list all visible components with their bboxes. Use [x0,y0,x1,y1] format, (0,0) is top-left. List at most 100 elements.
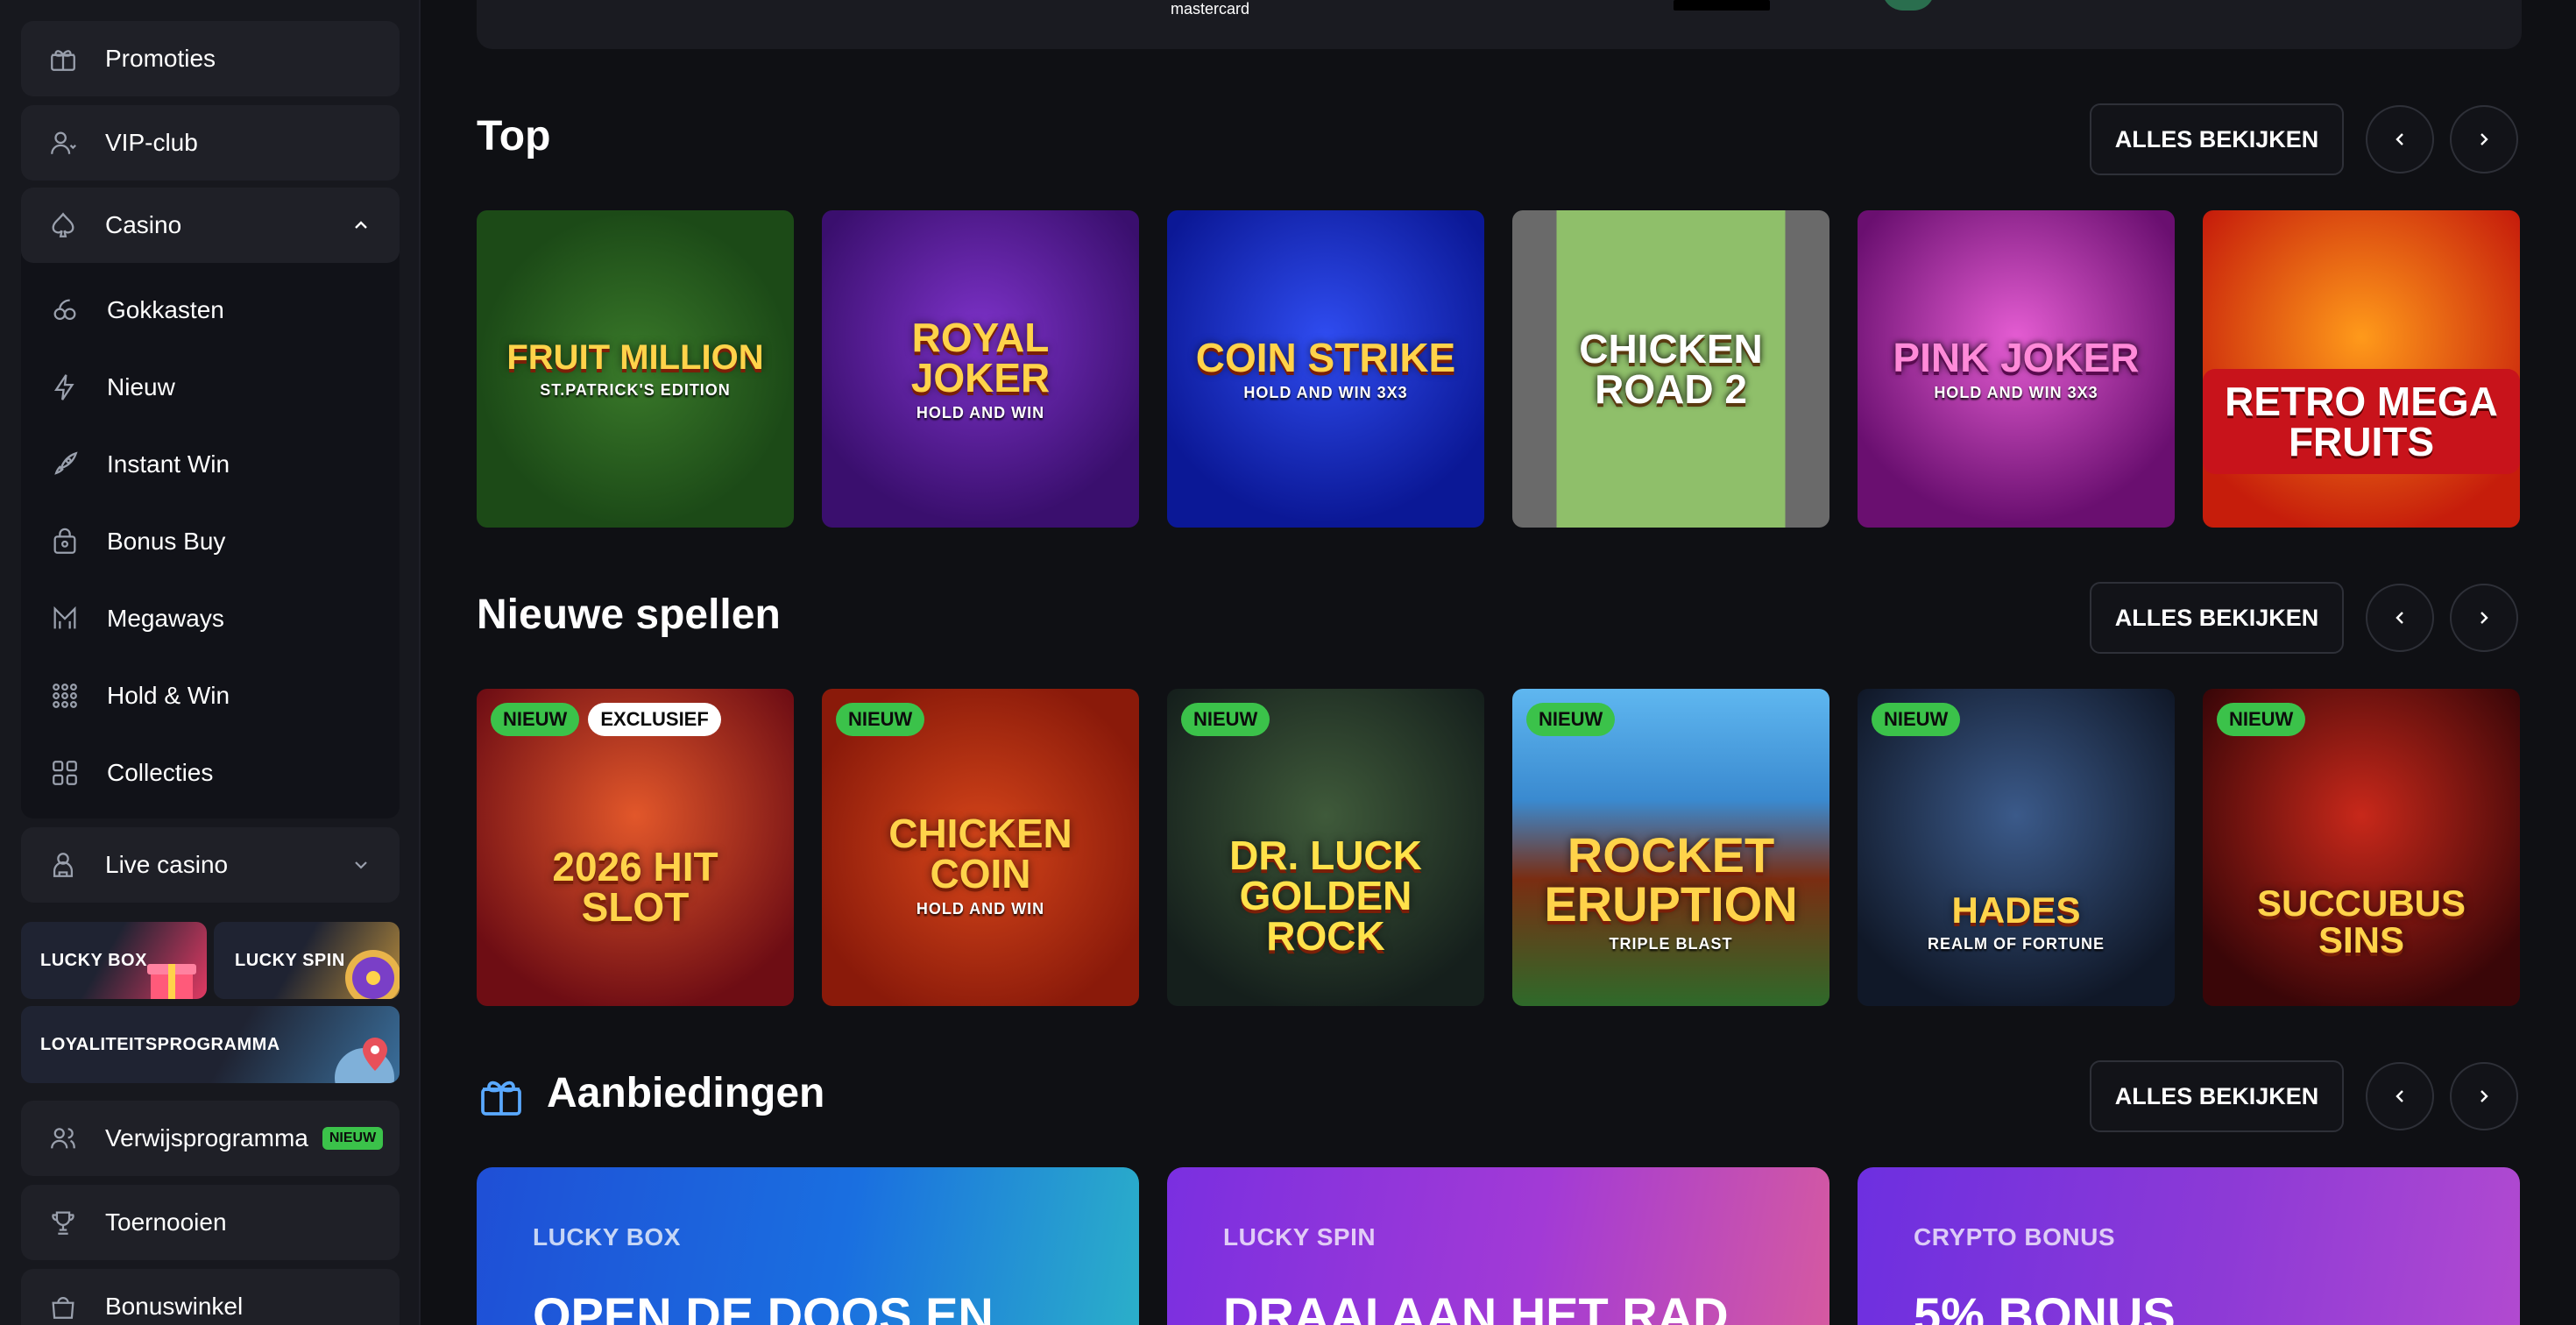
offer-headline: OPEN DE DOOS EN [533,1287,994,1325]
sidebar-item-label: Toernooien [105,1208,227,1236]
game-tile-retro-mega-fruits[interactable]: Retro Mega Fruits [2203,210,2520,528]
next-button-top[interactable] [2450,105,2518,174]
see-all-button-new[interactable]: ALLES BEKIJKEN [2090,582,2344,654]
sidebar-item-label: Gokkasten [107,296,224,323]
mastercard-logo: mastercard [1171,0,1250,18]
game-title: Royal Joker HOLD AND WIN [910,315,1051,422]
main-content: mastercard Top ALLES BEKIJKEN Fruit Mill… [477,0,2522,1325]
next-button-offers[interactable] [2450,1062,2518,1130]
sidebar-item-referral[interactable]: Verwijsprogramma NIEUW [21,1101,400,1176]
tile-tags: NIEUW [1181,703,1270,736]
loyalty-program-tile[interactable]: LOYALITEITSPROGRAMMA [21,1006,400,1083]
sidebar-item-label: Bonus Buy [107,528,226,555]
tile-tags: NIEUW [1526,703,1616,736]
game-tile-chicken-road-2[interactable]: Chicken Road 2 [1512,210,1829,528]
sidebar-item-bonus-buy[interactable]: Bonus Buy [21,507,400,577]
chevron-right-icon [2480,133,2488,145]
rocket-icon [47,447,82,482]
sidebar-item-nieuw[interactable]: Nieuw [21,352,400,422]
gift-box-icon [142,952,203,999]
game-tile-royal-joker[interactable]: Royal Joker HOLD AND WIN [822,210,1139,528]
map-pin-icon [329,1029,400,1083]
game-tile-hit-slot[interactable]: NIEUW EXCLUSIEF 2026 Hit Slot [477,689,794,1006]
users-icon [46,1121,81,1156]
offer-label: CRYPTO BONUS [1914,1223,2116,1251]
game-tile-rocket-eruption[interactable]: NIEUW Rocket Eruption TRIPLE BLAST [1512,689,1829,1006]
sidebar-item-vip[interactable]: VIP-club [21,105,400,181]
offer-headline: DRAAI AAN HET RAD [1223,1287,1729,1325]
chevron-right-icon [2480,1090,2488,1102]
sidebar-item-live-casino[interactable]: Live casino [21,827,400,903]
game-tile-chicken-coin[interactable]: NIEUW Chicken Coin HOLD AND WIN [822,689,1139,1006]
gift-icon [46,41,81,76]
offer-card-lucky-spin[interactable]: LUCKY SPIN DRAAI AAN HET RAD [1167,1167,1829,1325]
sidebar-item-label: Collecties [107,759,214,786]
chevron-up-icon[interactable] [350,214,372,242]
chevron-left-icon [2396,133,2403,145]
lucky-spin-tile[interactable]: LUCKY SPIN [214,922,400,999]
sidebar-item-label: Casino [105,211,182,238]
lucky-spin-label: LUCKY SPIN [235,950,345,970]
sidebar-item-label: Live casino [105,851,229,878]
game-title: Pink Joker HOLD AND WIN 3X3 [1893,335,2140,401]
trophy-icon [46,1205,81,1240]
section-title-offers: Aanbiedingen [547,1070,825,1116]
sidebar-item-casino[interactable]: Casino [21,188,400,263]
game-tile-coin-strike[interactable]: Coin Strike HOLD AND WIN 3X3 [1167,210,1484,528]
game-tile-fruit-million[interactable]: Fruit Million St.Patrick's Edition [477,210,794,528]
payment-logo-dark [1674,0,1770,11]
new-badge: NIEUW [1526,703,1616,736]
game-title: Retro Mega Fruits [2203,369,2520,474]
spade-icon [46,208,81,243]
slot-icon [47,293,82,328]
sidebar-item-promoties[interactable]: Promoties [21,21,400,96]
prev-button-offers[interactable] [2366,1062,2434,1130]
sidebar-item-megaways[interactable]: Megaways [21,584,400,654]
sidebar-item-collecties[interactable]: Collecties [21,738,400,808]
sidebar-item-hold-win[interactable]: Hold & Win [21,661,400,731]
chevron-left-icon [2396,612,2403,624]
grid-dots-icon [47,678,82,713]
tile-tags: NIEUW [1872,703,1961,736]
game-title: Fruit Million St.Patrick's Edition [506,338,764,399]
game-title: Chicken Coin HOLD AND WIN [888,811,1072,918]
sidebar-item-label: Hold & Win [107,682,230,709]
offer-card-lucky-box[interactable]: LUCKY BOX OPEN DE DOOS EN [477,1167,1139,1325]
prev-button-top[interactable] [2366,105,2434,174]
sidebar-item-bonus-shop[interactable]: Bonuswinkel [21,1269,400,1325]
collections-icon [47,755,82,790]
new-badge: NIEUW [322,1127,384,1150]
tile-tags: NIEUW [2217,703,2306,736]
game-title: Succubus Sins [2256,882,2466,960]
prev-button-new[interactable] [2366,584,2434,652]
tile-tags: NIEUW EXCLUSIEF [491,703,721,736]
exclusive-badge: EXCLUSIEF [588,703,721,736]
chevron-down-icon[interactable] [350,854,372,882]
wheel-icon [342,946,400,999]
loyalty-label: LOYALITEITSPROGRAMMA [40,1034,280,1054]
sidebar-item-tournaments[interactable]: Toernooien [21,1185,400,1260]
lucky-box-label: LUCKY BOX [40,950,147,970]
new-badge: NIEUW [491,703,580,736]
section-title-new: Nieuwe spellen [477,592,781,638]
game-tile-hades[interactable]: NIEUW Hades REALM OF FORTUNE [1858,689,2175,1006]
offer-label: LUCKY SPIN [1223,1223,1376,1251]
sidebar-item-label: Bonuswinkel [105,1293,244,1320]
see-all-button-offers[interactable]: ALLES BEKIJKEN [2090,1060,2344,1132]
sidebar-item-instant-win[interactable]: Instant Win [21,429,400,500]
game-tile-succubus-sins[interactable]: NIEUW Succubus Sins [2203,689,2520,1006]
see-all-button-top[interactable]: ALLES BEKIJKEN [2090,103,2344,175]
lucky-box-tile[interactable]: LUCKY BOX [21,922,207,999]
sidebar-item-gokkasten[interactable]: Gokkasten [21,275,400,345]
game-tile-pink-joker[interactable]: Pink Joker HOLD AND WIN 3X3 [1858,210,2175,528]
offer-card-crypto-bonus[interactable]: CRYPTO BONUS 5% BONUS [1858,1167,2520,1325]
game-title: Hades REALM OF FORTUNE [1928,889,2105,953]
gift-bag-icon [47,524,82,559]
sidebar-item-label: VIP-club [105,129,198,156]
next-button-new[interactable] [2450,584,2518,652]
dealer-icon [46,847,81,882]
lightning-icon [47,370,82,405]
new-badge: NIEUW [836,703,925,736]
game-tile-golden-rock[interactable]: NIEUW Dr. Luck Golden Rock [1167,689,1484,1006]
section-title-top: Top [477,113,551,159]
